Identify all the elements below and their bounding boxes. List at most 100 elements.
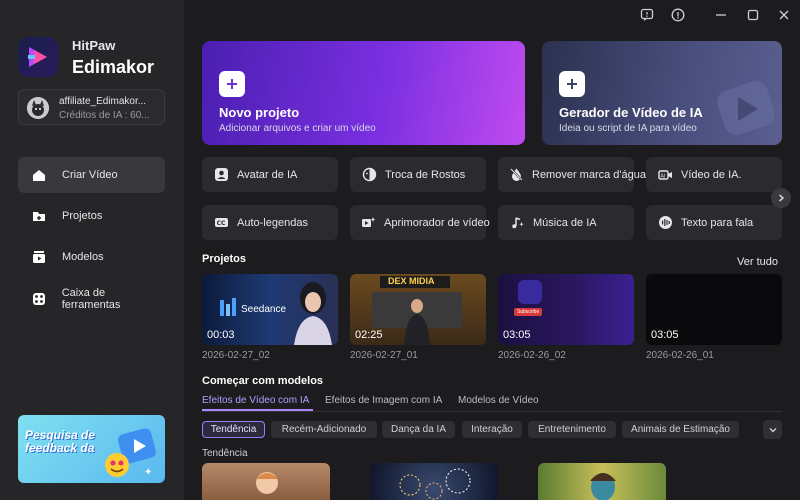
sidebar-item-label: Modelos xyxy=(62,251,104,263)
thumbnail-text: Subscribe xyxy=(514,308,543,316)
project-date: 2026-02-26_02 xyxy=(498,350,566,361)
filter-chip-pets[interactable]: Animais de Estimação xyxy=(622,421,739,438)
tool-ai-video[interactable]: AI Vídeo de IA. xyxy=(646,157,782,192)
plus-icon xyxy=(219,71,245,97)
brand-product: Edimakor xyxy=(72,57,155,77)
project-date: 2026-02-26_01 xyxy=(646,350,714,361)
maximize-icon[interactable] xyxy=(744,6,762,24)
music-icon xyxy=(509,215,525,231)
video-play-decor-icon xyxy=(717,81,775,135)
template-thumbnail[interactable] xyxy=(202,463,330,500)
svg-text:✦: ✦ xyxy=(144,467,152,478)
tab-video-templates[interactable]: Modelos de Vídeo xyxy=(458,395,539,406)
app-logo-small xyxy=(518,280,542,304)
sidebar-item-label: Projetos xyxy=(62,210,103,222)
user-account-card[interactable]: affiliate_Edimakor... Créditos de IA : 6… xyxy=(18,89,165,125)
toolbox-icon xyxy=(30,290,48,308)
svg-text:CC: CC xyxy=(216,220,225,227)
tabs-divider xyxy=(202,411,782,412)
filter-chip-ai-dance[interactable]: Dança da IA xyxy=(382,421,455,438)
tool-label: Troca de Rostos xyxy=(385,168,466,181)
templates-icon xyxy=(30,248,48,266)
tool-ai-avatar[interactable]: Avatar de IA xyxy=(202,157,338,192)
sidebar-item-create-video[interactable]: Criar Vídeo xyxy=(18,157,165,193)
download-icon[interactable] xyxy=(669,6,687,24)
app-logo xyxy=(18,37,58,77)
sidebar-item-projects[interactable]: Projetos xyxy=(18,198,165,234)
person-image xyxy=(294,282,332,345)
ai-credits: Créditos de IA : 60... xyxy=(59,110,150,121)
sidebar-item-label: Caixa de ferramentas xyxy=(61,287,121,311)
tool-label: Texto para fala xyxy=(681,216,754,229)
filter-chip-recently-added[interactable]: Recém-Adicionado xyxy=(271,421,377,438)
brand-name: HitPaw xyxy=(72,38,116,53)
avatar xyxy=(27,97,49,119)
plus-icon xyxy=(559,71,585,97)
tool-label: Aprimorador de vídeo xyxy=(384,216,490,229)
watermark-remove-icon xyxy=(509,167,524,183)
sidebar-item-templates[interactable]: Modelos xyxy=(18,239,165,275)
tools-scroll-right-button[interactable] xyxy=(771,188,791,208)
new-project-card[interactable]: Novo projeto Adicionar arquivos e criar … xyxy=(202,41,525,145)
tool-video-enhancer[interactable]: Aprimorador de vídeo xyxy=(350,205,490,240)
ai-video-icon: AI xyxy=(657,167,673,183)
project-thumbnail[interactable]: 03:05 xyxy=(646,274,782,345)
project-date: 2026-02-27_01 xyxy=(350,350,418,361)
seedance-logo-icon xyxy=(220,298,236,316)
tool-ai-music[interactable]: Música de IA xyxy=(498,205,634,240)
tool-label: Remover marca d'água xyxy=(532,168,646,181)
filter-chip-entertainment[interactable]: Entretenimento xyxy=(528,421,616,438)
tool-label: Avatar de IA xyxy=(237,168,298,181)
video-enhancer-icon xyxy=(361,215,376,231)
person-image xyxy=(404,299,430,345)
templates-section-title: Começar com modelos xyxy=(202,375,324,387)
tool-auto-captions[interactable]: CC Auto-legendas xyxy=(202,205,338,240)
active-tab-indicator xyxy=(202,409,313,411)
sidebar-item-label: Criar Vídeo xyxy=(62,169,118,181)
project-thumbnail[interactable]: Seedance 00:03 xyxy=(202,274,338,345)
close-icon[interactable] xyxy=(775,6,793,24)
avatar-icon xyxy=(213,167,229,183)
trending-subsection-title: Tendência xyxy=(202,448,248,459)
face-swap-icon xyxy=(361,167,377,183)
tool-label: Auto-legendas xyxy=(237,216,308,229)
tool-remove-watermark[interactable]: Remover marca d'água xyxy=(498,157,646,192)
captions-icon: CC xyxy=(213,215,229,231)
tool-text-to-speech[interactable]: Texto para fala xyxy=(646,205,782,240)
feedback-illustration-icon: ✦ xyxy=(105,428,156,478)
minimize-icon[interactable] xyxy=(712,6,730,24)
home-icon xyxy=(30,166,48,184)
tool-face-swap[interactable]: Troca de Rostos xyxy=(350,157,486,192)
filter-chip-interaction[interactable]: Interação xyxy=(462,421,522,438)
template-thumbnail[interactable] xyxy=(370,463,498,500)
folder-icon xyxy=(30,207,48,225)
template-thumbnail[interactable] xyxy=(538,463,666,500)
thumbnail-text: Seedance xyxy=(241,304,287,315)
project-duration: 03:05 xyxy=(503,329,531,341)
tab-ai-image-effects[interactable]: Efeitos de Imagem com IA xyxy=(325,395,442,406)
ai-video-generator-card[interactable]: Gerador de Vídeo de IA Ideia ou script d… xyxy=(542,41,782,145)
see-all-projects-link[interactable]: Ver tudo xyxy=(737,256,778,268)
text-to-speech-icon xyxy=(657,215,673,231)
thumbnail-text: DEX MIDIA xyxy=(388,276,435,286)
sidebar-item-toolbox[interactable]: Caixa de ferramentas xyxy=(18,281,165,317)
avatar-character-image xyxy=(590,473,616,500)
filter-chip-trending[interactable]: Tendência xyxy=(202,421,265,438)
ai-video-generator-title: Gerador de Vídeo de IA xyxy=(559,105,703,120)
project-duration: 03:05 xyxy=(651,329,679,341)
project-thumbnail[interactable]: Subscribe 03:05 xyxy=(498,274,634,345)
tab-ai-video-effects[interactable]: Efeitos de Vídeo com IA xyxy=(202,395,309,406)
chevron-right-icon xyxy=(779,194,785,202)
project-date: 2026-02-27_02 xyxy=(202,350,270,361)
user-name: affiliate_Edimakor... xyxy=(59,96,147,107)
feedback-survey-banner[interactable]: Pesquisa de feedback da ✦ xyxy=(18,415,165,483)
new-project-title: Novo projeto xyxy=(219,105,300,120)
feedback-chat-icon[interactable] xyxy=(638,6,656,24)
ai-video-generator-subtitle: Ideia ou script de IA para vídeo xyxy=(559,123,697,134)
sidebar: HitPaw Edimakor affiliate_Edimakor... Cr… xyxy=(0,0,184,500)
project-duration: 00:03 xyxy=(207,329,235,341)
expand-filters-button[interactable] xyxy=(763,420,782,439)
project-thumbnail[interactable]: DEX MIDIA 02:25 xyxy=(350,274,486,345)
projects-section-title: Projetos xyxy=(202,253,247,265)
baby-image xyxy=(256,472,278,494)
